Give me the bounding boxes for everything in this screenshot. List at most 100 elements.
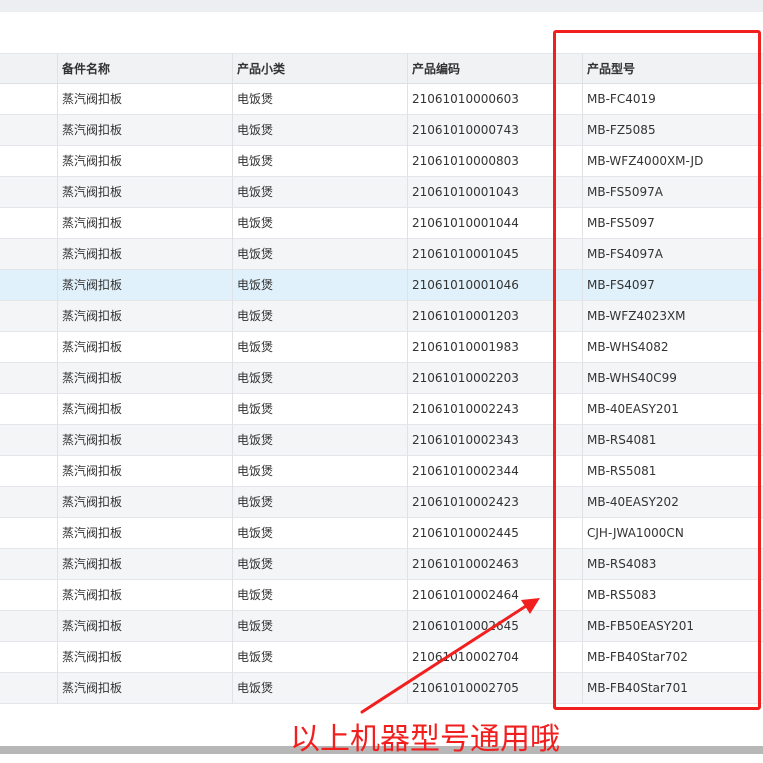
cell-product-subcategory: 电饭煲	[237, 402, 274, 416]
cell-product-subcategory: 电饭煲	[237, 216, 274, 230]
cell-product-model: MB-WFZ4023XM	[587, 309, 686, 323]
cell-product-code: 21061010002423	[412, 495, 519, 509]
cell-product-code: 21061010002343	[412, 433, 519, 447]
cell-index	[0, 208, 57, 238]
cell-product-subcategory: 电饭煲	[237, 92, 274, 106]
cell-part-name: 蒸汽阀扣板	[62, 185, 123, 199]
table-row[interactable]: 蒸汽阀扣板 电饭煲 21061010001203 MB-WFZ4023XM	[0, 301, 763, 332]
cell-product-code: 21061010002704	[412, 650, 519, 664]
table-row[interactable]: 蒸汽阀扣板 电饭煲 21061010002705 MB-FB40Star701	[0, 673, 763, 704]
table-row[interactable]: 蒸汽阀扣板 电饭煲 21061010002445 CJH-JWA1000CN	[0, 518, 763, 549]
table-row[interactable]: 蒸汽阀扣板 电饭煲 21061010000603 MB-FC4019	[0, 84, 763, 115]
table-row[interactable]: 蒸汽阀扣板 电饭煲 21061010002343 MB-RS4081	[0, 425, 763, 456]
cell-index	[0, 394, 57, 424]
column-header-product-subcategory[interactable]: 产品小类	[232, 54, 407, 84]
cell-product-model: MB-RS4081	[587, 433, 657, 447]
cell-product-code: 21061010002445	[412, 526, 519, 540]
cell-part-name: 蒸汽阀扣板	[62, 619, 123, 633]
cell-product-code: 21061010002344	[412, 464, 519, 478]
cell-product-model: MB-RS5081	[587, 464, 657, 478]
cell-product-subcategory: 电饭煲	[237, 247, 274, 261]
cell-product-model: MB-RS4083	[587, 557, 657, 571]
cell-index	[0, 518, 57, 548]
cell-product-model: MB-WHS4082	[587, 340, 669, 354]
cell-index	[0, 270, 57, 300]
table-row[interactable]: 蒸汽阀扣板 电饭煲 21061010002423 MB-40EASY202	[0, 487, 763, 518]
table-row[interactable]: 蒸汽阀扣板 电饭煲 21061010001043 MB-FS5097A	[0, 177, 763, 208]
cell-product-subcategory: 电饭煲	[237, 464, 274, 478]
cell-product-subcategory: 电饭煲	[237, 619, 274, 633]
cell-part-name: 蒸汽阀扣板	[62, 464, 123, 478]
cell-index	[0, 611, 57, 641]
cell-product-subcategory: 电饭煲	[237, 433, 274, 447]
cell-part-name: 蒸汽阀扣板	[62, 495, 123, 509]
cell-part-name: 蒸汽阀扣板	[62, 526, 123, 540]
cell-product-code: 21061010002203	[412, 371, 519, 385]
table-row[interactable]: 蒸汽阀扣板 电饭煲 21061010002464 MB-RS5083	[0, 580, 763, 611]
table-row[interactable]: 蒸汽阀扣板 电饭煲 21061010000743 MB-FZ5085	[0, 115, 763, 146]
table-row[interactable]: 蒸汽阀扣板 电饭煲 21061010001045 MB-FS4097A	[0, 239, 763, 270]
cell-product-model: MB-FS4097A	[587, 247, 663, 261]
cell-part-name: 蒸汽阀扣板	[62, 278, 123, 292]
cell-part-name: 蒸汽阀扣板	[62, 433, 123, 447]
cell-product-code: 21061010000803	[412, 154, 519, 168]
cell-part-name: 蒸汽阀扣板	[62, 154, 123, 168]
table-row[interactable]: 蒸汽阀扣板 电饭煲 21061010002463 MB-RS4083	[0, 549, 763, 580]
table-row[interactable]: 蒸汽阀扣板 电饭煲 21061010001046 MB-FS4097	[0, 270, 763, 301]
column-header-index[interactable]	[0, 54, 57, 84]
cell-index	[0, 301, 57, 331]
cell-product-subcategory: 电饭煲	[237, 371, 274, 385]
cell-product-subcategory: 电饭煲	[237, 154, 274, 168]
cell-product-code: 21061010001203	[412, 309, 519, 323]
cell-product-subcategory: 电饭煲	[237, 557, 274, 571]
column-header-part-name[interactable]: 备件名称	[57, 54, 232, 84]
cell-index	[0, 115, 57, 145]
table-row[interactable]: 蒸汽阀扣板 电饭煲 21061010000803 MB-WFZ4000XM-JD	[0, 146, 763, 177]
table-row[interactable]: 蒸汽阀扣板 电饭煲 21061010002243 MB-40EASY201	[0, 394, 763, 425]
table-row[interactable]: 蒸汽阀扣板 电饭煲 21061010002645 MB-FB50EASY201	[0, 611, 763, 642]
cell-part-name: 蒸汽阀扣板	[62, 340, 123, 354]
cell-product-model: MB-FB50EASY201	[587, 619, 694, 633]
cell-product-subcategory: 电饭煲	[237, 650, 274, 664]
annotation-text: 以上机器型号通用哦	[290, 722, 560, 757]
cell-product-code: 21061010002243	[412, 402, 519, 416]
column-divider	[57, 53, 58, 704]
cell-index	[0, 239, 57, 269]
cell-product-subcategory: 电饭煲	[237, 588, 274, 602]
cell-product-code: 21061010002464	[412, 588, 519, 602]
cell-product-model: MB-WHS40C99	[587, 371, 677, 385]
cell-product-subcategory: 电饭煲	[237, 526, 274, 540]
cell-product-model: MB-40EASY202	[587, 495, 679, 509]
cell-product-model: MB-FB40Star701	[587, 681, 688, 695]
table-row[interactable]: 蒸汽阀扣板 电饭煲 21061010002344 MB-RS5081	[0, 456, 763, 487]
cell-product-model: MB-WFZ4000XM-JD	[587, 154, 704, 168]
toolbar-area	[0, 12, 763, 52]
cell-product-model: CJH-JWA1000CN	[587, 526, 684, 540]
cell-part-name: 蒸汽阀扣板	[62, 681, 123, 695]
cell-part-name: 蒸汽阀扣板	[62, 309, 123, 323]
app-window: 备件名称 产品小类 产品编码 产品型号 蒸汽阀扣板 电饭煲 210610100006…	[0, 0, 763, 763]
cell-product-code: 21061010001045	[412, 247, 519, 261]
cell-product-code: 21061010000603	[412, 92, 519, 106]
cell-product-model: MB-FS4097	[587, 278, 655, 292]
table-row[interactable]: 蒸汽阀扣板 电饭煲 21061010002704 MB-FB40Star702	[0, 642, 763, 673]
cell-product-model: MB-RS5083	[587, 588, 657, 602]
column-divider	[582, 53, 583, 704]
cell-part-name: 蒸汽阀扣板	[62, 216, 123, 230]
cell-index	[0, 673, 57, 703]
cell-product-model: MB-40EASY201	[587, 402, 679, 416]
cell-product-code: 21061010002463	[412, 557, 519, 571]
cell-product-subcategory: 电饭煲	[237, 123, 274, 137]
column-header-product-model[interactable]: 产品型号	[582, 54, 758, 84]
cell-product-model: MB-FZ5085	[587, 123, 656, 137]
cell-product-subcategory: 电饭煲	[237, 309, 274, 323]
cell-index	[0, 332, 57, 362]
cell-product-subcategory: 电饭煲	[237, 495, 274, 509]
table-row[interactable]: 蒸汽阀扣板 电饭煲 21061010001044 MB-FS5097	[0, 208, 763, 239]
table-row[interactable]: 蒸汽阀扣板 电饭煲 21061010001983 MB-WHS4082	[0, 332, 763, 363]
cell-part-name: 蒸汽阀扣板	[62, 123, 123, 137]
table-row[interactable]: 蒸汽阀扣板 电饭煲 21061010002203 MB-WHS40C99	[0, 363, 763, 394]
column-header-product-code[interactable]: 产品编码	[407, 54, 582, 84]
column-divider	[407, 53, 408, 704]
cell-index	[0, 177, 57, 207]
